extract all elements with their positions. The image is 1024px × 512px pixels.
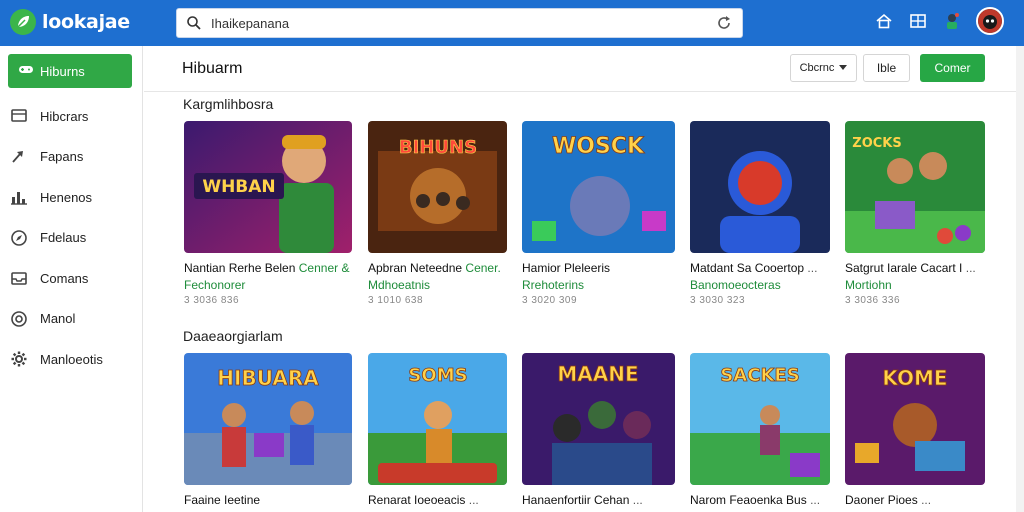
game-card[interactable]: WHBAN Nantian Rerhe Belen Cenner & Fecho… <box>184 121 352 306</box>
sidebar-item-label: Fdelaus <box>40 230 87 246</box>
sidebar-item-comans[interactable]: Comans <box>0 258 142 299</box>
inbox-icon <box>10 269 28 287</box>
sort-dropdown-label: Cbcrnc <box>799 62 835 74</box>
secondary-button[interactable]: Ible <box>863 54 910 82</box>
reload-icon[interactable] <box>706 15 742 31</box>
game-thumbnail[interactable]: BIHUNS <box>368 121 507 253</box>
page-title: Hibuarm <box>182 60 243 77</box>
sidebar-list: Hibcrars Fapans Henenos Fdelaus Comans M… <box>0 96 142 380</box>
game-card[interactable]: SACKES Narom Feaoenka Bus ... <box>690 353 830 507</box>
character-icon[interactable] <box>942 11 962 31</box>
sidebar-item-manloeotis[interactable]: Manloeotis <box>0 339 142 380</box>
chevron-down-icon <box>839 62 848 74</box>
game-title: Apbran Neteedne Cener. <box>368 261 501 275</box>
search-icon <box>177 15 211 31</box>
game-thumbnail[interactable] <box>690 121 830 253</box>
gear-icon <box>10 350 28 368</box>
game-card[interactable]: BIHUNS Apbran Neteedne Cener. Mdhoeatnis… <box>368 121 507 306</box>
game-subtitle: Mortiohn <box>845 278 892 292</box>
game-card[interactable]: KOME Daoner Pioes ... <box>845 353 985 507</box>
gamepad-icon <box>18 61 34 82</box>
grid-icon[interactable] <box>908 11 928 31</box>
sidebar-item-fdelaus[interactable]: Fdelaus <box>0 218 142 259</box>
game-subtitle: Rrehoterins <box>522 278 585 292</box>
game-title: Matdant Sa Cooertop ... <box>690 261 818 275</box>
game-thumbnail[interactable]: SOMS <box>368 353 507 485</box>
section-title: Daaeaorgiarlam <box>183 328 283 344</box>
search-input[interactable] <box>211 15 706 31</box>
game-title: Narom Feaoenka Bus ... <box>690 493 821 507</box>
home-icon[interactable] <box>874 11 894 31</box>
sidebar-item-fapans[interactable]: Fapans <box>0 137 142 178</box>
game-title: Faaine Ieetine <box>184 493 261 507</box>
game-title: Nantian Rerhe Belen Cenner & <box>184 261 350 275</box>
sidebar-primary-label: Hiburns <box>40 63 85 79</box>
avatar[interactable] <box>976 7 1004 35</box>
sidebar-item-hibcrars[interactable]: Hibcrars <box>0 96 142 137</box>
bar-chart-icon <box>10 188 28 206</box>
game-art-text: WOSCK <box>552 134 645 159</box>
game-subtitle: Banomoeocteras <box>690 278 781 292</box>
search-bar[interactable] <box>176 8 743 38</box>
app-logo[interactable]: lookajae <box>10 9 130 35</box>
game-subtitle: Mdhoeatnis <box>368 278 431 292</box>
game-meta: 3 3036 836 <box>184 295 240 306</box>
game-meta: 3 3020 309 <box>522 295 578 306</box>
game-title: Hanaenfortiir Cehan ... <box>522 493 643 507</box>
game-meta: 3 3036 336 <box>845 295 901 306</box>
game-title: Satgrut Iarale Cacart I ... <box>845 261 976 275</box>
game-meta: 3 3030 323 <box>690 295 746 306</box>
game-title: Renarat Ioeoeacis ... <box>368 493 479 507</box>
leaf-logo-icon <box>10 9 36 35</box>
sidebar-item-label: Manol <box>40 311 76 327</box>
game-art-text: KOME <box>882 366 947 390</box>
target-icon <box>10 310 28 328</box>
game-meta: 3 1010 638 <box>368 295 424 306</box>
main-header: Hibuarm Cbcrnc Ible Comer <box>144 46 1024 92</box>
scrollbar[interactable] <box>1016 46 1024 512</box>
app-name: lookajae <box>42 11 130 33</box>
sidebar-item-label: Henenos <box>40 189 93 205</box>
game-card[interactable]: ZOCKS Satgrut Iarale Cacart I ... Mortio… <box>845 121 985 306</box>
game-thumbnail[interactable]: KOME <box>845 353 985 485</box>
primary-action-button[interactable]: Comer <box>920 54 985 82</box>
game-art-text: SACKES <box>720 365 799 386</box>
game-thumbnail[interactable]: MAANE <box>522 353 675 485</box>
section-title: Kargmlihbosra <box>183 96 274 112</box>
sidebar-item-henenos[interactable]: Henenos <box>0 177 142 218</box>
game-title: Daoner Pioes ... <box>845 493 932 507</box>
top-bar: lookajae <box>0 0 1024 46</box>
game-art-text: HIBUARA <box>217 366 319 390</box>
sidebar-primary-button[interactable]: Hiburns <box>8 54 132 88</box>
sidebar-item-label: Fapans <box>40 149 84 165</box>
game-card[interactable]: MAANE Hanaenfortiir Cehan ... <box>522 353 675 507</box>
sort-dropdown[interactable]: Cbcrnc <box>790 54 857 82</box>
game-thumbnail[interactable]: WHBAN <box>184 121 352 253</box>
game-art-text: SOMS <box>408 365 467 386</box>
game-card[interactable]: HIBUARA Faaine Ieetine <box>184 353 352 507</box>
game-title: Hamior Pleleeris <box>522 261 611 275</box>
sidebar-item-label: Manloeotis <box>40 351 103 367</box>
game-art-text: BIHUNS <box>399 137 477 158</box>
game-thumbnail[interactable]: ZOCKS <box>845 121 985 253</box>
game-thumbnail[interactable]: WOSCK <box>522 121 675 253</box>
game-card[interactable]: WOSCK Hamior Pleleeris Rrehoterins 3 302… <box>522 121 675 306</box>
game-art-text: ZOCKS <box>852 136 901 151</box>
game-card[interactable]: SOMS Renarat Ioeoeacis ... <box>368 353 507 507</box>
game-subtitle: Fechonorer <box>184 278 246 292</box>
game-thumbnail[interactable]: SACKES <box>690 353 830 485</box>
monitor-icon <box>10 107 28 125</box>
game-art-text: WHBAN <box>202 177 275 197</box>
game-art-text: MAANE <box>557 362 638 386</box>
trending-arrow-icon <box>10 148 28 166</box>
compass-icon <box>10 229 28 247</box>
game-card[interactable]: Matdant Sa Cooertop ... Banomoeocteras 3… <box>690 121 830 306</box>
sidebar-item-label: Hibcrars <box>40 108 89 124</box>
sidebar-item-manol[interactable]: Manol <box>0 299 142 340</box>
sidebar-item-label: Comans <box>40 270 89 286</box>
sidebar: Hiburns Hibcrars Fapans Henenos Fdelaus … <box>0 46 143 512</box>
game-thumbnail[interactable]: HIBUARA <box>184 353 352 485</box>
